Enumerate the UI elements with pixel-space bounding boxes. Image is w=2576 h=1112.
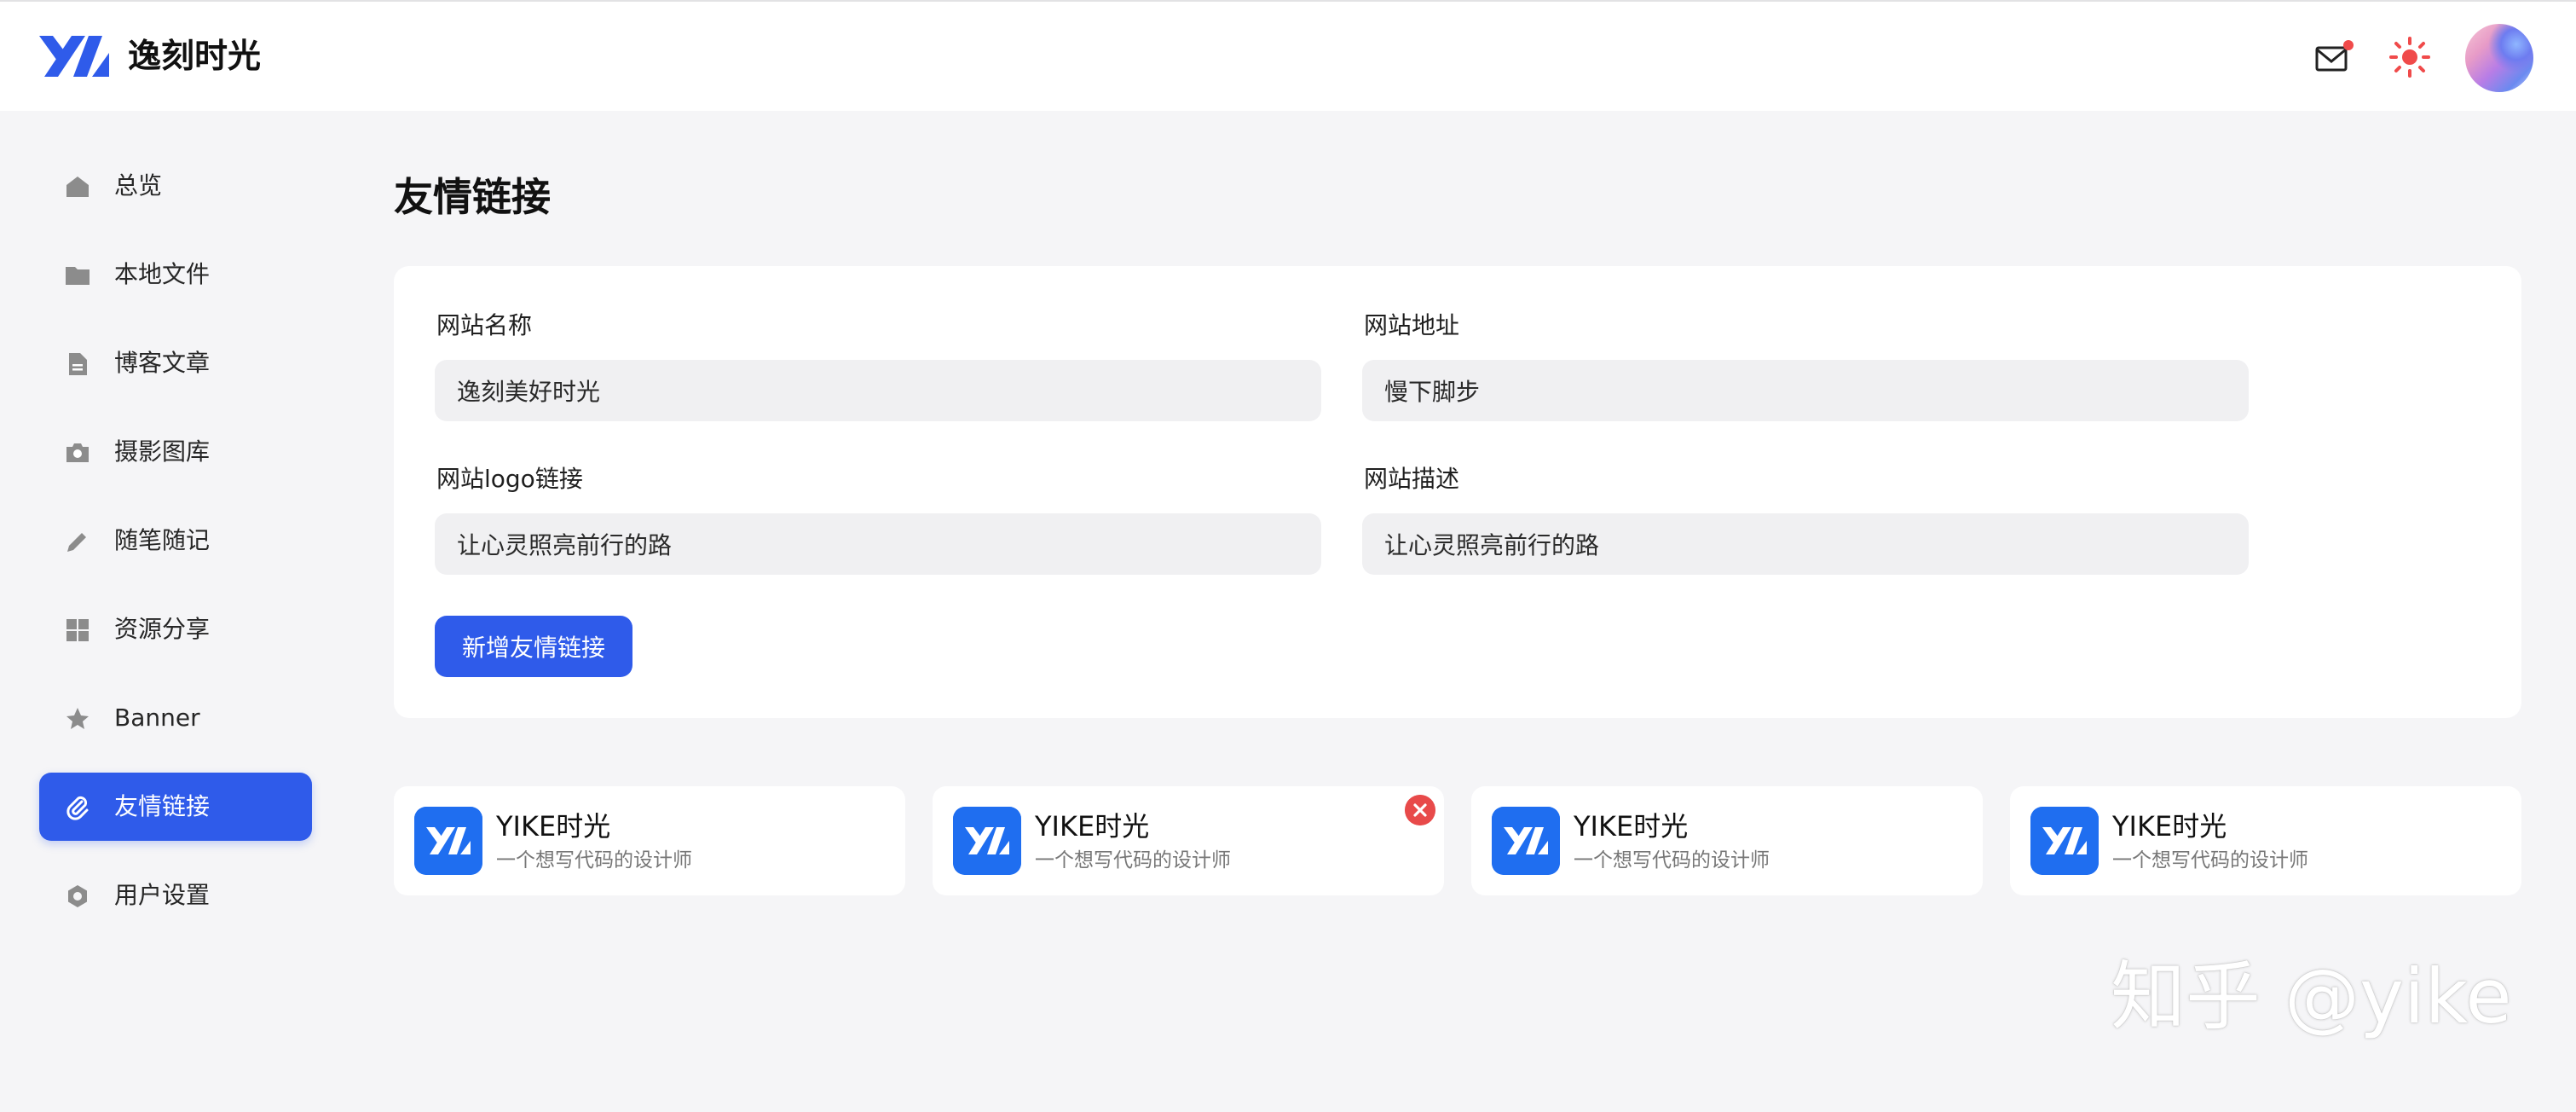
notification-dot: [2343, 40, 2354, 50]
sidebar-item-friend-links[interactable]: 友情链接: [39, 773, 312, 841]
sidebar-item-notes[interactable]: 随笔随记: [39, 507, 312, 575]
delete-link-button[interactable]: [1405, 795, 1435, 825]
link-logo-icon: [1492, 807, 1560, 875]
link-logo-icon: [414, 807, 482, 875]
sidebar-item-label: 随笔随记: [114, 526, 211, 554]
sidebar-item-label: 友情链接: [114, 792, 211, 820]
brand-logo-icon: [39, 36, 109, 77]
site-name-input[interactable]: [435, 360, 1321, 421]
brand-name: 逸刻时光: [128, 38, 262, 76]
grid-icon: [66, 619, 89, 641]
sun-icon[interactable]: [2388, 36, 2431, 78]
sidebar-item-label: 摄影图库: [114, 437, 211, 466]
link-description: 一个想写代码的设计师: [1574, 849, 1770, 872]
link-description: 一个想写代码的设计师: [2112, 849, 2308, 872]
sidebar-item-resources[interactable]: 资源分享: [39, 595, 312, 663]
sidebar-item-photo-gallery[interactable]: 摄影图库: [39, 418, 312, 486]
sidebar-item-local-files[interactable]: 本地文件: [39, 240, 312, 309]
site-url-input[interactable]: [1362, 360, 2249, 421]
link-title: YIKE时光: [1574, 810, 1689, 843]
sidebar-item-label: 用户设置: [114, 881, 211, 909]
sidebar-item-label: 本地文件: [114, 260, 211, 288]
link-logo-icon: [953, 807, 1021, 875]
friend-link-card[interactable]: YIKE时光 一个想写代码的设计师: [1471, 786, 1983, 895]
mail-icon[interactable]: [2315, 39, 2354, 75]
logo-url-input[interactable]: [435, 513, 1321, 575]
sidebar-item-label: 资源分享: [114, 615, 211, 643]
site-url-label: 网站地址: [1364, 311, 1460, 339]
description-input[interactable]: [1362, 513, 2249, 575]
star-icon: [66, 708, 89, 729]
sidebar-item-label: 总览: [114, 171, 163, 200]
folder-icon: [66, 267, 90, 285]
description-label: 网站描述: [1364, 465, 1460, 493]
link-logo-icon: [2030, 807, 2099, 875]
sidebar-item-label: Banner: [114, 704, 200, 732]
sidebar-item-user-settings[interactable]: 用户设置: [39, 861, 312, 930]
watermark: 知乎 @yike: [2111, 953, 2512, 1040]
site-name-label: 网站名称: [436, 311, 533, 339]
link-title: YIKE时光: [1035, 810, 1150, 843]
document-icon: [69, 353, 87, 375]
top-bar: 逸刻时光: [0, 0, 2576, 111]
camera-icon: [66, 443, 89, 462]
page-title: 友情链接: [394, 174, 551, 220]
pencil-icon: [67, 533, 86, 552]
friend-link-card[interactable]: YIKE时光 一个想写代码的设计师: [933, 786, 1444, 895]
link-description: 一个想写代码的设计师: [496, 849, 692, 872]
sidebar-item-banner[interactable]: Banner: [39, 684, 312, 752]
sidebar: 总览 本地文件 博客文章 摄影图库 随笔随记 资源分享 Banner 友情链接 …: [39, 152, 312, 950]
link-title: YIKE时光: [2112, 810, 2227, 843]
gear-icon: [68, 885, 87, 907]
friend-link-form: 网站名称 网站地址 网站logo链接 网站描述 新增友情链接: [394, 266, 2521, 718]
sidebar-item-blog-posts[interactable]: 博客文章: [39, 329, 312, 397]
add-friend-link-button[interactable]: 新增友情链接: [435, 616, 632, 677]
sidebar-item-label: 博客文章: [114, 349, 211, 377]
sidebar-item-overview[interactable]: 总览: [39, 152, 312, 220]
link-title: YIKE时光: [496, 810, 611, 843]
avatar[interactable]: [2465, 24, 2533, 92]
friend-link-card[interactable]: YIKE时光 一个想写代码的设计师: [394, 786, 905, 895]
friend-link-card[interactable]: YIKE时光 一个想写代码的设计师: [2010, 786, 2521, 895]
paperclip-icon: [66, 796, 89, 820]
link-description: 一个想写代码的设计师: [1035, 849, 1231, 872]
logo-url-label: 网站logo链接: [436, 465, 583, 493]
home-icon: [66, 177, 89, 197]
